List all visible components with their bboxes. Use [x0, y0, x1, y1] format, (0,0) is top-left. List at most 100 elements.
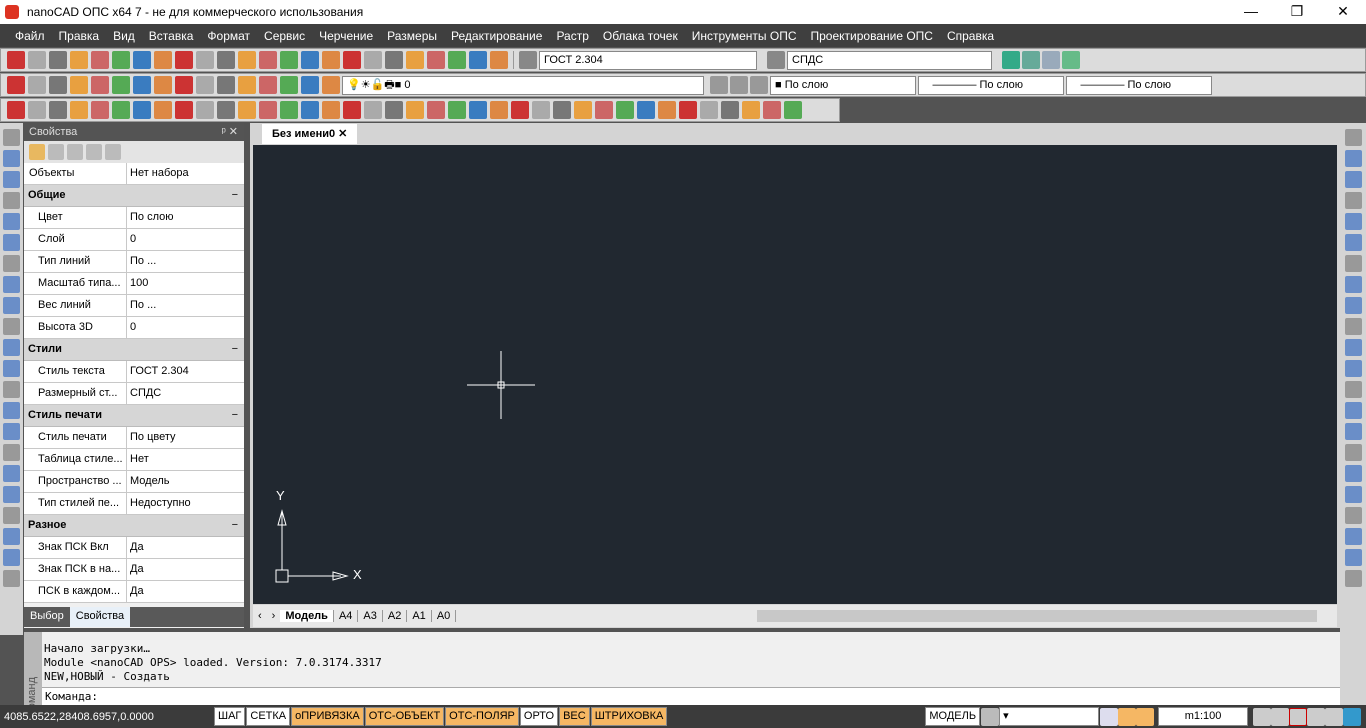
- draw-tool-icon[interactable]: [3, 318, 20, 335]
- ops-tool-icon[interactable]: [532, 101, 550, 119]
- toolbar-button-icon[interactable]: [133, 51, 151, 69]
- tool-icon[interactable]: [48, 144, 64, 160]
- property-row[interactable]: Таблица стиле... Нет: [24, 449, 244, 471]
- regen-icon[interactable]: [1325, 707, 1344, 726]
- ops-tool-icon[interactable]: [217, 101, 235, 119]
- draw-tool-icon[interactable]: [1344, 255, 1362, 272]
- property-value[interactable]: По ...: [127, 251, 244, 272]
- tool-icon[interactable]: [1002, 51, 1020, 69]
- toolbar-button-icon[interactable]: [322, 76, 340, 94]
- menu-item[interactable]: Вставка: [142, 29, 201, 43]
- fullscreen-icon[interactable]: [1343, 707, 1362, 726]
- status-toggle[interactable]: ШАГ: [214, 707, 246, 726]
- close-button[interactable]: ✕: [1320, 0, 1366, 24]
- ops-tool-icon[interactable]: [595, 101, 613, 119]
- ops-tool-icon[interactable]: [658, 101, 676, 119]
- toolbar-button-icon[interactable]: [259, 51, 277, 69]
- menu-item[interactable]: Редактирование: [444, 29, 549, 43]
- ops-tool-icon[interactable]: [91, 101, 109, 119]
- horizontal-scrollbar[interactable]: [757, 610, 1317, 622]
- ops-tool-icon[interactable]: [364, 101, 382, 119]
- menu-item[interactable]: Черчение: [312, 29, 380, 43]
- ops-tool-icon[interactable]: [469, 101, 487, 119]
- property-row[interactable]: Знак ПСК Вкл Да: [24, 537, 244, 559]
- category-header[interactable]: Стиль печати: [24, 405, 244, 427]
- ops-tool-icon[interactable]: [70, 101, 88, 119]
- zoom-window-icon[interactable]: [1289, 707, 1308, 726]
- property-value[interactable]: Модель: [127, 471, 244, 492]
- draw-tool-icon[interactable]: [3, 150, 20, 167]
- panel-close-icon[interactable]: ᵖ ✕: [222, 123, 238, 141]
- text-style-select[interactable]: ГОСТ 2.304: [539, 50, 757, 70]
- property-row[interactable]: Слой 0: [24, 229, 244, 251]
- menu-item[interactable]: Вид: [106, 29, 142, 43]
- toolbar-button-icon[interactable]: [406, 51, 424, 69]
- property-value[interactable]: Да: [127, 537, 244, 558]
- toolbar-button-icon[interactable]: [259, 76, 277, 94]
- selection-icon[interactable]: [1100, 707, 1119, 726]
- draw-tool-icon[interactable]: [3, 234, 20, 251]
- ops-tool-icon[interactable]: [238, 101, 256, 119]
- draw-tool-icon[interactable]: [1344, 360, 1362, 377]
- menu-item[interactable]: Правка: [52, 29, 107, 43]
- linetype-select[interactable]: ———— По слою: [918, 75, 1064, 95]
- menu-item[interactable]: Инструменты ОПС: [685, 29, 804, 43]
- draw-tool-icon[interactable]: [3, 549, 20, 566]
- draw-tool-icon[interactable]: [1344, 423, 1362, 440]
- objects-value[interactable]: Нет набора: [127, 163, 244, 184]
- layout-tab[interactable]: Модель: [280, 610, 334, 622]
- toolbar-button-icon[interactable]: [301, 51, 319, 69]
- category-header[interactable]: Разное: [24, 515, 244, 537]
- ops-tool-icon[interactable]: [616, 101, 634, 119]
- ops-tool-icon[interactable]: [385, 101, 403, 119]
- dim-style-select[interactable]: СПДС: [787, 50, 992, 70]
- toolbar-button-icon[interactable]: [238, 76, 256, 94]
- draw-tool-icon[interactable]: [3, 381, 20, 398]
- property-row[interactable]: Размерный ст... СПДС: [24, 383, 244, 405]
- property-row[interactable]: Вес линий По ...: [24, 295, 244, 317]
- ops-tool-icon[interactable]: [406, 101, 424, 119]
- pan-icon[interactable]: [1253, 707, 1272, 726]
- tool-icon[interactable]: [1022, 51, 1040, 69]
- toolbar-button-icon[interactable]: [469, 51, 487, 69]
- menu-item[interactable]: Растр: [549, 29, 595, 43]
- layout-tab[interactable]: A0: [432, 610, 457, 622]
- ops-tool-icon[interactable]: [28, 101, 46, 119]
- ops-tool-icon[interactable]: [637, 101, 655, 119]
- toolbar-button-icon[interactable]: [343, 51, 361, 69]
- tool-icon[interactable]: [86, 144, 102, 160]
- status-toggle[interactable]: ВЕС: [559, 707, 590, 726]
- draw-tool-icon[interactable]: [1344, 213, 1362, 230]
- close-tab-icon[interactable]: ✕: [338, 128, 347, 140]
- ops-tool-icon[interactable]: [154, 101, 172, 119]
- command-input[interactable]: Команда:: [42, 687, 1340, 705]
- property-row[interactable]: ПСК в каждом... Да: [24, 581, 244, 603]
- toolbar-button-icon[interactable]: [7, 76, 25, 94]
- property-value[interactable]: СПДС: [127, 383, 244, 404]
- toolbar-button-icon[interactable]: [7, 51, 25, 69]
- draw-tool-icon[interactable]: [1344, 486, 1362, 503]
- zoom-icon[interactable]: [1271, 707, 1290, 726]
- draw-tool-icon[interactable]: [3, 570, 20, 587]
- property-value[interactable]: 100: [127, 273, 244, 294]
- ops-tool-icon[interactable]: [679, 101, 697, 119]
- toolbar-button-icon[interactable]: [238, 51, 256, 69]
- status-toggle[interactable]: СЕТКА: [246, 707, 291, 726]
- ops-tool-icon[interactable]: [763, 101, 781, 119]
- toolbar-button-icon[interactable]: [280, 76, 298, 94]
- draw-tool-icon[interactable]: [1344, 465, 1362, 482]
- toolbar-button-icon[interactable]: [175, 51, 193, 69]
- ops-tool-icon[interactable]: [427, 101, 445, 119]
- toolbar-button-icon[interactable]: [70, 51, 88, 69]
- draw-tool-icon[interactable]: [3, 129, 20, 146]
- objects-row[interactable]: Объекты Нет набора: [24, 163, 244, 185]
- ops-tool-icon[interactable]: [721, 101, 739, 119]
- draw-tool-icon[interactable]: [3, 507, 20, 524]
- draw-tool-icon[interactable]: [3, 486, 20, 503]
- draw-tool-icon[interactable]: [3, 528, 20, 545]
- draw-tool-icon[interactable]: [3, 297, 20, 314]
- property-value[interactable]: По цвету: [127, 427, 244, 448]
- draw-tool-icon[interactable]: [1344, 528, 1362, 545]
- ops-tool-icon[interactable]: [742, 101, 760, 119]
- viewport-select[interactable]: ▾: [999, 707, 1100, 726]
